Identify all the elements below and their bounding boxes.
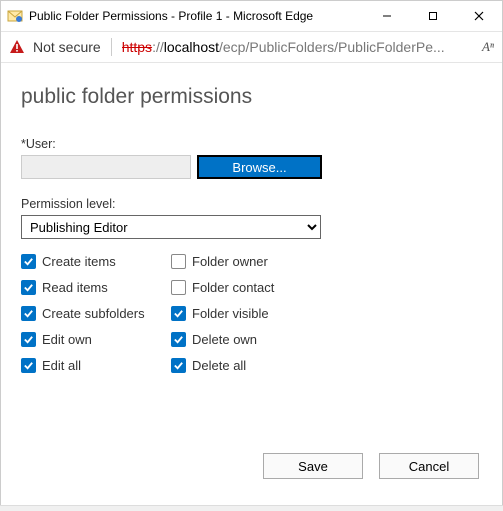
url-display[interactable]: https://localhost/ecp/PublicFolders/Publ… (122, 39, 472, 55)
not-secure-label: Not secure (33, 39, 101, 55)
url-sep: :// (152, 39, 164, 55)
close-button[interactable] (456, 1, 502, 31)
url-path: /ecp/PublicFolders/PublicFolderPe... (219, 39, 445, 55)
permission-checkbox[interactable] (21, 332, 36, 347)
user-label: *User: (21, 137, 482, 151)
not-secure-icon (9, 39, 25, 55)
permission-checkbox[interactable] (21, 306, 36, 321)
permission-label: Edit own (42, 332, 92, 347)
window-bottom-border (0, 505, 503, 511)
address-separator (111, 38, 112, 56)
permission-row: Edit all (21, 355, 171, 375)
permission-level-label: Permission level: (21, 197, 482, 211)
permission-row: Create subfolders (21, 303, 171, 323)
maximize-button[interactable] (410, 1, 456, 31)
permission-row: Edit own (21, 329, 171, 349)
url-host: localhost (164, 39, 219, 55)
address-bar: Not secure https://localhost/ecp/PublicF… (1, 31, 502, 63)
permission-checkbox[interactable] (171, 254, 186, 269)
permission-checkbox[interactable] (21, 254, 36, 269)
read-aloud-icon[interactable]: Aⁿ (482, 39, 494, 55)
permission-row: Delete own (171, 329, 341, 349)
permission-label: Folder owner (192, 254, 268, 269)
permission-label: Delete own (192, 332, 257, 347)
cancel-button[interactable]: Cancel (379, 453, 479, 479)
permission-row: Delete all (171, 355, 341, 375)
url-scheme: https (122, 39, 152, 55)
permission-label: Create subfolders (42, 306, 145, 321)
permission-label: Read items (42, 280, 108, 295)
save-button[interactable]: Save (263, 453, 363, 479)
app-icon (7, 8, 23, 24)
permission-label: Folder contact (192, 280, 274, 295)
permission-level-select[interactable]: Publishing Editor (21, 215, 321, 239)
permission-checkbox[interactable] (21, 358, 36, 373)
permission-label: Create items (42, 254, 116, 269)
dialog-footer: Save Cancel (263, 453, 479, 479)
minimize-button[interactable] (364, 1, 410, 31)
permission-row: Folder owner (171, 251, 341, 271)
permission-checkbox[interactable] (171, 358, 186, 373)
permission-row: Create items (21, 251, 171, 271)
permissions-grid: Create items Folder owner Read items Folder… (21, 251, 482, 375)
user-input[interactable] (21, 155, 191, 179)
page-content: public folder permissions *User: Browse.… (1, 63, 502, 375)
permission-checkbox[interactable] (171, 280, 186, 295)
permission-checkbox[interactable] (171, 332, 186, 347)
window-titlebar: Public Folder Permissions - Profile 1 - … (1, 1, 502, 31)
permission-label: Delete all (192, 358, 246, 373)
page-title: public folder permissions (21, 85, 482, 109)
permission-label: Folder visible (192, 306, 269, 321)
browse-button[interactable]: Browse... (197, 155, 322, 179)
window-title: Public Folder Permissions - Profile 1 - … (29, 9, 364, 23)
permission-row: Folder contact (171, 277, 341, 297)
permission-checkbox[interactable] (21, 280, 36, 295)
permission-label: Edit all (42, 358, 81, 373)
window-buttons (364, 1, 502, 31)
permission-checkbox[interactable] (171, 306, 186, 321)
permission-row: Read items (21, 277, 171, 297)
permission-row: Folder visible (171, 303, 341, 323)
